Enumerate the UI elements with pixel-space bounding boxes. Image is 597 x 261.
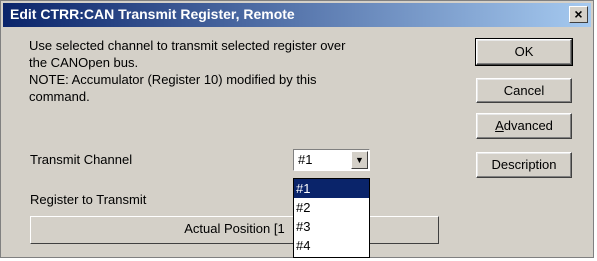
ok-button-label: OK <box>514 44 534 59</box>
transmit-channel-value: #1 <box>298 152 313 167</box>
ok-button[interactable]: OK <box>475 38 573 66</box>
advanced-button[interactable]: Advanced <box>476 113 572 139</box>
transmit-channel-label: Transmit Channel <box>30 152 133 167</box>
advanced-mnemonic: A <box>495 118 504 133</box>
description-line-4: command. <box>29 89 90 104</box>
description-button[interactable]: Description <box>476 152 572 178</box>
register-to-transmit-label: Register to Transmit <box>30 192 147 207</box>
transmit-channel-dropdown-list: #1 #2 #3 #4 <box>293 178 370 258</box>
title-bar[interactable]: Edit CTRR:CAN Transmit Register, Remote … <box>3 3 591 27</box>
dropdown-option[interactable]: #4 <box>294 236 369 255</box>
dropdown-option[interactable]: #3 <box>294 217 369 236</box>
close-button[interactable]: × <box>569 6 588 23</box>
dialog-title: Edit CTRR:CAN Transmit Register, Remote <box>10 6 295 22</box>
close-icon: × <box>574 6 583 22</box>
cancel-button[interactable]: Cancel <box>476 78 572 103</box>
dropdown-arrow-button[interactable]: ▼ <box>351 151 368 169</box>
chevron-down-icon: ▼ <box>355 155 364 165</box>
transmit-channel-select[interactable]: #1 ▼ <box>293 149 370 171</box>
description-line-2: the CANOpen bus. <box>29 55 139 70</box>
description-line-1: Use selected channel to transmit selecte… <box>29 38 346 53</box>
description-line-3: NOTE: Accumulator (Register 10) modified… <box>29 72 317 87</box>
register-select-button[interactable]: Actual Position [1 <box>30 216 439 244</box>
description-button-label: Description <box>491 157 557 172</box>
advanced-button-label: dvanced <box>503 118 553 133</box>
dropdown-option[interactable]: #1 <box>294 179 369 198</box>
cancel-button-label: Cancel <box>503 83 545 98</box>
command-description: Use selected channel to transmit selecte… <box>29 37 449 105</box>
dropdown-option[interactable]: #2 <box>294 198 369 217</box>
edit-ctrr-dialog: Edit CTRR:CAN Transmit Register, Remote … <box>0 0 594 258</box>
register-value: Actual Position [1 <box>184 221 285 236</box>
